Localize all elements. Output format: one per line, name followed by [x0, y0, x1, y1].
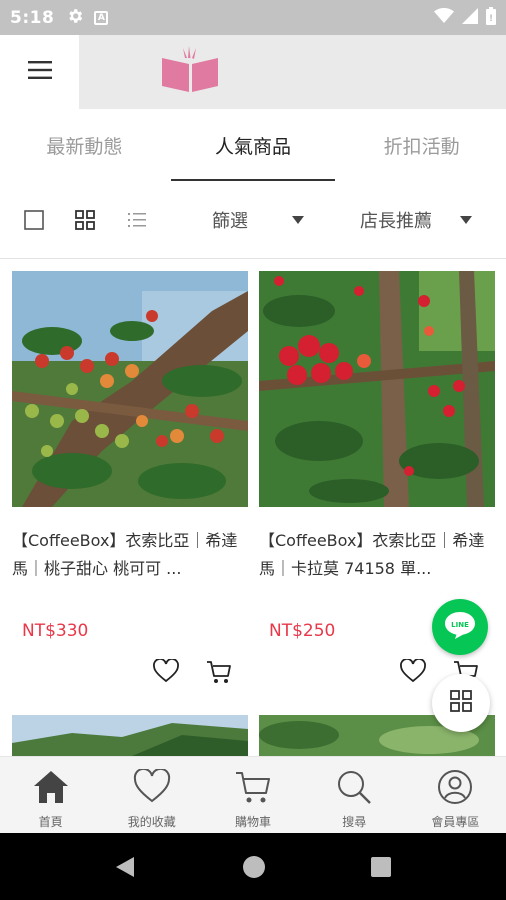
product-price: NT$250: [269, 621, 336, 641]
nav-label: 首頁: [38, 815, 63, 829]
app-bar: [0, 35, 506, 109]
bottom-navigation: 首頁 我的收藏 購物車 搜尋 會員專區: [0, 756, 506, 833]
sort-dropdown[interactable]: 店長推薦: [360, 205, 472, 235]
tab-popular-products[interactable]: 人氣商品: [169, 109, 338, 181]
recents-square-icon[interactable]: [370, 856, 392, 882]
system-navigation-bar: [0, 833, 506, 900]
hamburger-menu-icon: [27, 60, 52, 84]
product-title[interactable]: 【CoffeeBox】衣索比亞｜希達馬｜卡拉莫 74158 單...: [259, 527, 495, 583]
filter-label: 篩選: [212, 211, 248, 232]
nav-label: 我的收藏: [127, 815, 176, 829]
svg-text:!: !: [489, 14, 493, 24]
nav-favorites[interactable]: 我的收藏: [101, 757, 202, 833]
chevron-down-icon: [292, 216, 304, 224]
category-tabs: 最新動態 人氣商品 折扣活動: [0, 109, 506, 181]
line-chat-icon: LINE: [443, 610, 477, 644]
gear-icon: [66, 7, 84, 29]
grid-view-icon[interactable]: [75, 210, 95, 234]
home-circle-icon[interactable]: [242, 855, 266, 883]
filter-dropdown[interactable]: 篩選: [212, 205, 304, 235]
product-card[interactable]: 【CoffeeBox】衣索比亞｜希達馬｜桃子甜心 桃可可 ... NT$330: [12, 271, 248, 711]
heart-icon: [133, 767, 171, 809]
cart-icon[interactable]: [206, 659, 232, 689]
heart-icon[interactable]: [153, 658, 179, 687]
pink-book-logo: [159, 46, 221, 98]
svg-text:LINE: LINE: [451, 621, 469, 629]
wifi-icon: [434, 7, 454, 28]
chevron-down-icon: [460, 216, 472, 224]
single-view-checkbox-icon[interactable]: [24, 210, 44, 234]
nav-cart[interactable]: 購物車: [202, 757, 303, 833]
search-icon: [335, 769, 373, 809]
status-time: 5:18: [10, 7, 55, 28]
line-chat-button[interactable]: LINE: [432, 599, 488, 655]
nav-label: 搜尋: [342, 815, 367, 829]
nav-home[interactable]: 首頁: [0, 757, 101, 833]
battery-icon: !: [486, 6, 496, 29]
list-toolbar: 篩選 店長推薦: [0, 181, 506, 259]
logo-area: [79, 35, 506, 109]
heart-icon[interactable]: [400, 658, 426, 687]
product-image-mountain-landscape[interactable]: [12, 715, 248, 756]
status-right-icons: !: [434, 6, 496, 29]
nav-search[interactable]: 搜尋: [304, 757, 405, 833]
signal-icon: [462, 7, 478, 28]
product-price: NT$330: [22, 621, 89, 641]
list-view-icon[interactable]: [127, 210, 147, 234]
home-icon: [32, 769, 70, 809]
status-bar: 5:18 A !: [0, 0, 506, 35]
back-icon[interactable]: [114, 855, 136, 883]
nav-label: 會員專區: [431, 815, 480, 829]
nav-member[interactable]: 會員專區: [405, 757, 506, 833]
sort-label: 店長推薦: [360, 211, 432, 232]
a-notification-icon: A: [94, 10, 109, 25]
product-image-red-coffee-cherries[interactable]: [259, 271, 495, 507]
tab-latest-news[interactable]: 最新動態: [0, 109, 169, 181]
tab-discount-events[interactable]: 折扣活動: [337, 109, 506, 181]
grid-menu-icon: [450, 690, 472, 716]
product-title[interactable]: 【CoffeeBox】衣索比亞｜希達馬｜桃子甜心 桃可可 ...: [12, 527, 248, 583]
menu-button[interactable]: [0, 35, 79, 109]
user-icon: [436, 769, 474, 809]
product-image-coffee-cherries[interactable]: [12, 271, 248, 507]
app-screen: 5:18 A ! 最新動態 人氣商品 折扣活動 篩選 店長推薦 【CoffeeB…: [0, 0, 506, 900]
nav-label: 購物車: [235, 815, 272, 829]
quick-menu-button[interactable]: [432, 674, 490, 732]
cart-icon: [234, 769, 272, 809]
